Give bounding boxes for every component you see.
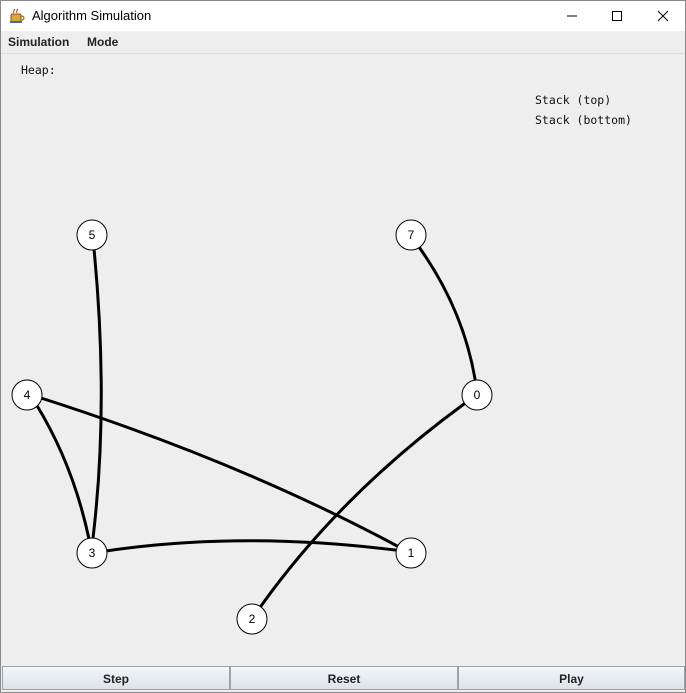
title-bar[interactable]: Algorithm Simulation — [1, 1, 685, 31]
menu-simulation[interactable]: Simulation — [8, 35, 69, 49]
simulation-canvas[interactable]: Heap: Stack (top) Stack (bottom) 5 7 4 0… — [1, 54, 685, 666]
node-4-label: 4 — [24, 388, 31, 402]
step-button[interactable]: Step — [2, 666, 230, 690]
maximize-button[interactable] — [594, 1, 640, 31]
node-1[interactable]: 1 — [395, 537, 427, 569]
app-window: Algorithm Simulation Simulation Mode Hea… — [0, 0, 686, 693]
node-2[interactable]: 2 — [236, 603, 268, 635]
node-5[interactable]: 5 — [76, 219, 108, 251]
node-2-label: 2 — [249, 612, 256, 626]
maximize-icon — [612, 11, 622, 21]
minimize-icon — [567, 15, 577, 17]
node-4[interactable]: 4 — [11, 379, 43, 411]
node-0-label: 0 — [474, 388, 481, 402]
node-7-label: 7 — [408, 228, 415, 242]
node-7[interactable]: 7 — [395, 219, 427, 251]
menu-bar: Simulation Mode — [1, 31, 685, 54]
edge-3-1 — [104, 539, 397, 553]
edge-4-3 — [34, 402, 91, 541]
minimize-button[interactable] — [549, 1, 595, 31]
node-3[interactable]: 3 — [76, 537, 108, 569]
reset-button[interactable]: Reset — [230, 666, 458, 690]
menu-mode[interactable]: Mode — [87, 35, 118, 49]
edge-7-0 — [417, 245, 477, 381]
graph-view: 5 7 4 0 3 1 2 — [11, 219, 493, 635]
close-button[interactable] — [640, 1, 685, 31]
play-button[interactable]: Play — [458, 666, 685, 690]
node-0[interactable]: 0 — [461, 379, 493, 411]
edge-0-2 — [259, 402, 466, 608]
node-1-label: 1 — [408, 546, 415, 560]
close-icon — [657, 10, 669, 22]
node-5-label: 5 — [89, 228, 96, 242]
control-bar: Step Reset Play — [1, 666, 685, 692]
java-cup-icon — [9, 8, 25, 24]
node-3-label: 3 — [89, 546, 96, 560]
edge-5-3 — [91, 247, 103, 540]
window-title: Algorithm Simulation — [32, 8, 152, 23]
